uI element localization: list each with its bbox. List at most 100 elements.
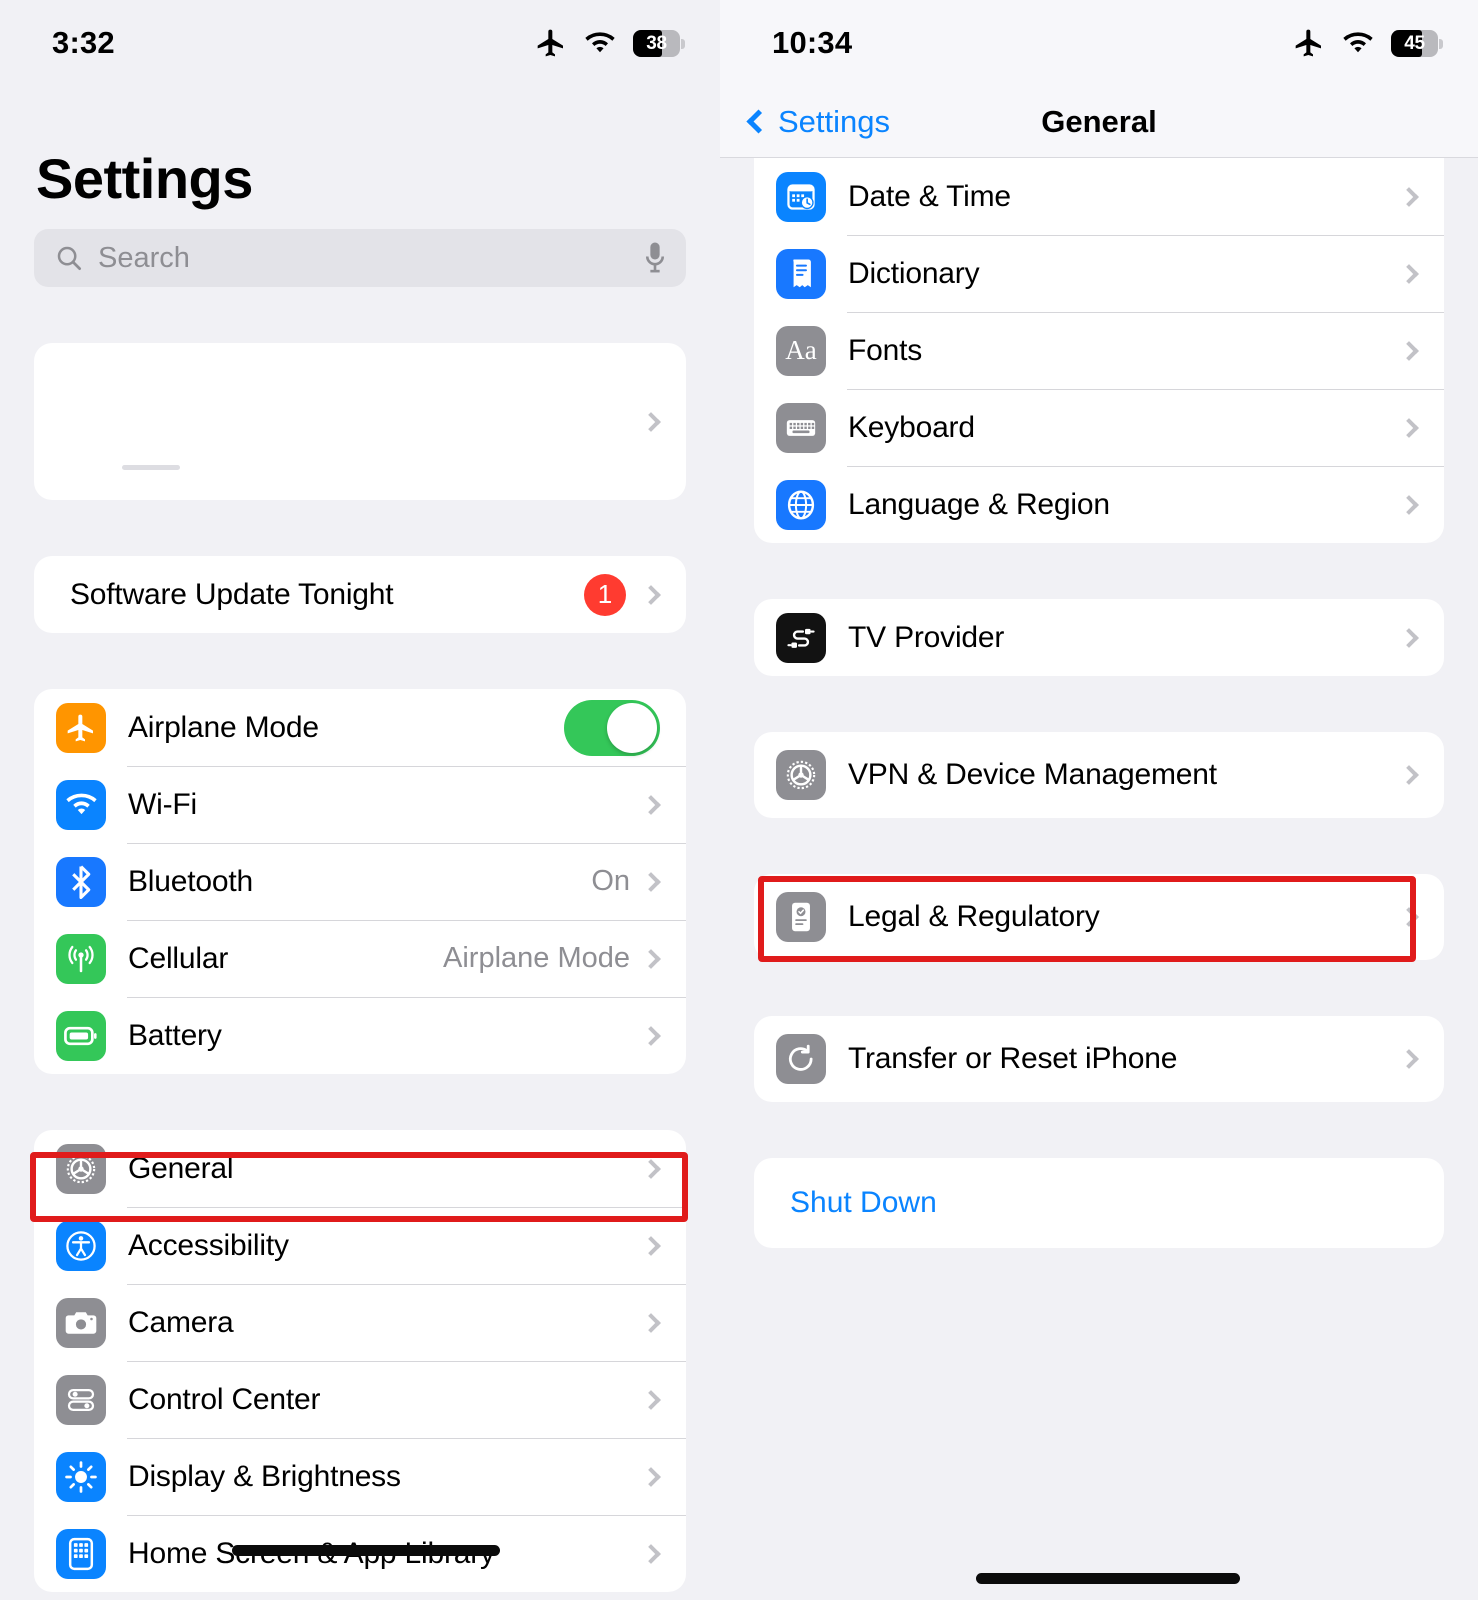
home-indicator [232, 1545, 500, 1556]
globe-icon [776, 479, 826, 530]
dual-phone-screenshot: 3:32 38 Settings Search Software Update … [0, 0, 1478, 1600]
airplane-mode-toggle[interactable] [564, 699, 660, 756]
row-airplane-mode[interactable]: Airplane Mode [34, 689, 686, 766]
airplane-icon [56, 702, 106, 753]
row-tv-provider[interactable]: TV Provider [754, 599, 1444, 676]
reset-icon [776, 1034, 826, 1084]
chevron-right-icon [641, 1389, 661, 1410]
wifi-icon [1342, 31, 1374, 56]
row-language-region[interactable]: Language & Region [754, 466, 1444, 543]
row-keyboard[interactable]: Keyboard [754, 389, 1444, 466]
shut-down-button[interactable]: Shut Down [754, 1158, 1444, 1248]
row-value: On [591, 865, 630, 897]
row-label: TV Provider [848, 620, 1005, 654]
row-legal-regulatory[interactable]: Legal & Regulatory [754, 874, 1444, 960]
row-display-brightness[interactable]: Display & Brightness [34, 1438, 686, 1515]
battery-indicator: 38 [633, 29, 685, 57]
fonts-icon: Aa [776, 325, 826, 376]
row-label: Keyboard [848, 410, 975, 444]
software-update-group: Software Update Tonight 1 [34, 556, 686, 633]
system-group: General Accessibility Camera Control Cen… [34, 1130, 686, 1592]
apple-id-card[interactable] [34, 343, 686, 500]
row-label: Airplane Mode [128, 710, 319, 744]
row-label: Transfer or Reset iPhone [848, 1042, 1178, 1075]
control-center-icon [56, 1374, 106, 1425]
chevron-right-icon [1399, 627, 1419, 648]
row-label: General [128, 1151, 234, 1185]
chevron-right-icon [1399, 263, 1419, 284]
dictionary-icon [776, 248, 826, 299]
status-time: 10:34 [772, 25, 853, 60]
reset-group: Transfer or Reset iPhone [754, 1016, 1444, 1102]
status-icon-group: 38 [535, 27, 685, 59]
status-badge: 1 [584, 573, 626, 616]
chevron-right-icon [641, 871, 661, 892]
row-date-time[interactable]: Date & Time [754, 158, 1444, 235]
row-software-update[interactable]: Software Update Tonight 1 [34, 556, 686, 633]
chevron-left-icon [746, 109, 771, 134]
row-label: Bluetooth [128, 864, 253, 898]
row-dictionary[interactable]: Dictionary [754, 235, 1444, 312]
row-transfer-reset-iphone[interactable]: Transfer or Reset iPhone [754, 1016, 1444, 1102]
airplane-icon [1293, 27, 1325, 59]
home-screen-icon [56, 1528, 106, 1579]
row-battery[interactable]: Battery [34, 997, 686, 1074]
search-placeholder: Search [98, 241, 190, 274]
chevron-right-icon [1399, 1049, 1419, 1069]
page-title: Settings [36, 147, 253, 210]
chevron-right-icon [641, 1025, 661, 1046]
row-bluetooth[interactable]: Bluetooth On [34, 843, 686, 920]
battery-percent: 38 [646, 32, 667, 54]
row-fonts[interactable]: Aa Fonts [754, 312, 1444, 389]
row-label: Battery [128, 1018, 222, 1052]
shut-down-label: Shut Down [790, 1186, 937, 1219]
left-phone-settings-screen: 3:32 38 Settings Search Software Update … [0, 0, 720, 1600]
wifi-icon [584, 31, 616, 56]
chevron-right-icon [1399, 340, 1419, 361]
tv-provider-group: TV Provider [754, 599, 1444, 676]
chevron-right-icon [641, 1543, 661, 1564]
chevron-right-icon [641, 948, 661, 969]
airplane-icon [535, 27, 567, 59]
row-label: Wi-Fi [128, 787, 197, 821]
brightness-icon [56, 1451, 106, 1502]
cellular-icon [56, 933, 106, 984]
camera-icon [56, 1297, 106, 1348]
row-label: Legal & Regulatory [848, 900, 1100, 933]
status-time: 3:32 [52, 25, 115, 60]
right-status-bar: 10:34 45 [720, 0, 1478, 86]
chevron-right-icon [1399, 907, 1419, 927]
chevron-right-icon [641, 584, 661, 605]
search-container: Search [0, 229, 720, 287]
row-vpn-device-management[interactable]: VPN & Device Management [754, 732, 1444, 818]
microphone-icon[interactable] [642, 241, 668, 275]
back-button[interactable]: Settings [746, 103, 891, 140]
row-general[interactable]: General [34, 1130, 686, 1207]
row-label: Date & Time [848, 179, 1011, 213]
chevron-right-icon [641, 794, 661, 815]
calendar-clock-icon [776, 171, 826, 222]
left-status-bar: 3:32 38 [0, 0, 720, 86]
search-input[interactable]: Search [34, 229, 686, 287]
row-label: Fonts [848, 333, 923, 367]
shut-down-group: Shut Down [754, 1158, 1444, 1248]
navigation-bar: Settings General [720, 86, 1478, 158]
chevron-right-icon [641, 1158, 661, 1179]
row-cellular[interactable]: Cellular Airplane Mode [34, 920, 686, 997]
row-accessibility[interactable]: Accessibility [34, 1207, 686, 1284]
battery-percent: 45 [1404, 32, 1425, 54]
gear-icon [776, 750, 826, 800]
connectivity-group: Airplane Mode Wi-Fi Bluetooth On Cellula… [34, 689, 686, 1074]
legal-group: Legal & Regulatory [754, 874, 1444, 960]
back-button-label: Settings [778, 103, 891, 139]
legal-icon [776, 892, 826, 942]
gear-icon [56, 1143, 106, 1194]
row-control-center[interactable]: Control Center [34, 1361, 686, 1438]
bluetooth-icon [56, 856, 106, 907]
home-indicator [976, 1573, 1240, 1584]
status-icon-group: 45 [1293, 27, 1443, 59]
row-camera[interactable]: Camera [34, 1284, 686, 1361]
row-wifi[interactable]: Wi-Fi [34, 766, 686, 843]
vpn-group: VPN & Device Management [754, 732, 1444, 818]
row-label: Dictionary [848, 256, 980, 290]
